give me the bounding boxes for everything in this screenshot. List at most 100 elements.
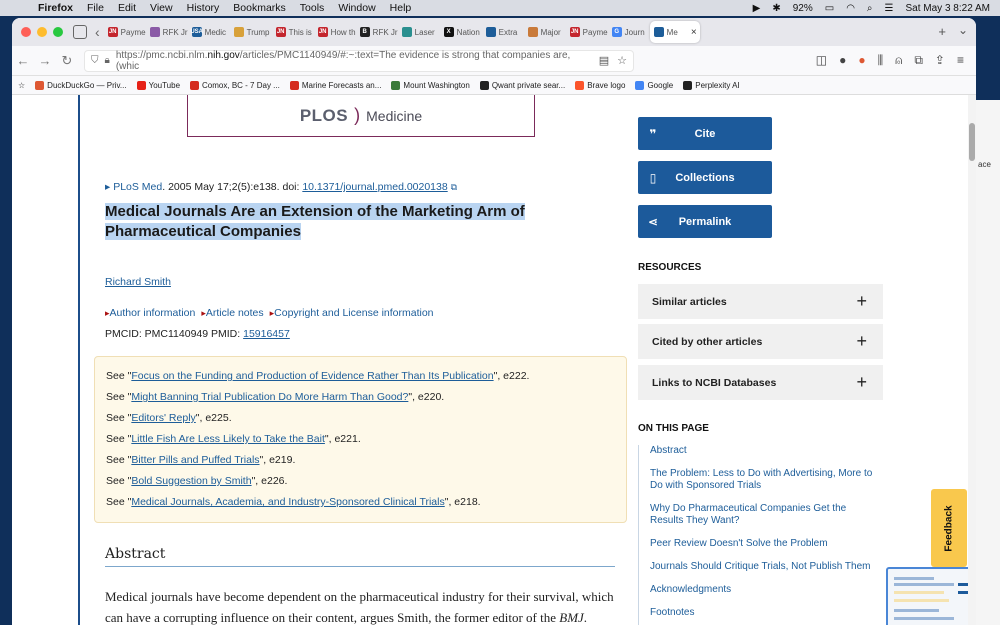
- bookmark-item[interactable]: Comox, BC - 7 Day ...: [190, 80, 280, 90]
- datetime[interactable]: Sat May 3 8:22 AM: [906, 3, 991, 14]
- menu-bookmarks[interactable]: Bookmarks: [233, 2, 286, 14]
- tracking-shield-icon[interactable]: ⛉: [91, 55, 99, 66]
- lock-icon[interactable]: 🔒︎: [105, 55, 110, 66]
- browser-tab[interactable]: Major: [524, 21, 566, 43]
- related-article-row: See "Medical Journals, Academia, and Ind…: [106, 496, 481, 508]
- browser-tab[interactable]: RFK Jr: [146, 21, 188, 43]
- related-article-link[interactable]: Bitter Pills and Puffed Trials: [131, 454, 259, 466]
- browser-tab[interactable]: JN Payme: [566, 21, 608, 43]
- permalink-button[interactable]: ⋖ Permalink: [638, 205, 772, 238]
- back-icon[interactable]: ←: [12, 53, 34, 68]
- menu-history[interactable]: History: [187, 2, 220, 14]
- bluetooth-icon[interactable]: ✱: [772, 3, 780, 14]
- bookmarks-star-icon[interactable]: ☆: [18, 81, 25, 90]
- reload-icon[interactable]: ↻: [56, 53, 78, 69]
- page-preview-thumbnail[interactable]: [886, 567, 976, 625]
- on-this-page-link[interactable]: Footnotes: [650, 607, 878, 619]
- bookmark-item[interactable]: Perplexity AI: [683, 80, 740, 90]
- bookmark-item[interactable]: Mount Washington: [391, 80, 470, 90]
- doi-link[interactable]: 10.1371/journal.pmed.0020138: [302, 181, 447, 193]
- menu-tools[interactable]: Tools: [300, 2, 325, 14]
- library-icon[interactable]: ⫼: [878, 53, 884, 68]
- similar-articles-accordion[interactable]: Similar articles +: [638, 284, 883, 319]
- related-article-link[interactable]: Bold Suggestion by Smith: [131, 475, 251, 487]
- related-article-code: ", e221.: [324, 433, 361, 445]
- bookmark-item[interactable]: DuckDuckGo — Priv...: [35, 80, 127, 90]
- wifi-icon[interactable]: ◠: [846, 3, 855, 14]
- citation-journal-link[interactable]: ▸ PLoS Med: [105, 181, 162, 193]
- browser-tab[interactable]: B RFK Jr: [356, 21, 398, 43]
- cite-button[interactable]: ❞ Cite: [638, 117, 772, 150]
- menu-icon[interactable]: ≡: [957, 53, 964, 68]
- author-link[interactable]: Richard Smith: [105, 276, 171, 288]
- scrollbar-thumb[interactable]: [969, 123, 975, 161]
- account-icon[interactable]: ⍝: [895, 53, 902, 68]
- collections-button[interactable]: ▯ Collections: [638, 161, 772, 194]
- menu-view[interactable]: View: [150, 2, 173, 14]
- browser-tab[interactable]: Extra: [482, 21, 524, 43]
- article-notes-link[interactable]: Article notes: [201, 307, 264, 319]
- tab-favicon-icon: [485, 27, 496, 37]
- browser-tab[interactable]: JN Payme: [104, 21, 146, 43]
- app-menu[interactable]: Firefox: [38, 2, 73, 14]
- page-scrollbar[interactable]: [968, 95, 976, 625]
- related-article-link[interactable]: Might Banning Trial Publication Do More …: [131, 391, 408, 403]
- author-information-link[interactable]: Author information: [105, 307, 196, 319]
- search-icon[interactable]: ⌕: [867, 3, 873, 14]
- bookmark-label: Comox, BC - 7 Day ...: [202, 80, 280, 90]
- play-icon[interactable]: ▶: [753, 3, 761, 14]
- bookmark-item[interactable]: Google: [635, 80, 673, 90]
- browser-tab[interactable]: Me ×: [649, 21, 700, 43]
- close-tab-icon[interactable]: ×: [691, 27, 697, 38]
- ncbi-databases-accordion[interactable]: Links to NCBI Databases +: [638, 365, 883, 400]
- on-this-page-link[interactable]: Peer Review Doesn't Solve the Problem: [650, 538, 878, 550]
- on-this-page-link[interactable]: The Problem: Less to Do with Advertising…: [650, 468, 878, 492]
- related-article-link[interactable]: Focus on the Funding and Production of E…: [131, 370, 493, 382]
- browser-tab[interactable]: JN How th: [314, 21, 356, 43]
- minimize-window-button[interactable]: [37, 27, 47, 37]
- feedback-button[interactable]: Feedback: [931, 489, 967, 567]
- on-this-page-link[interactable]: Journals Should Critique Trials, Not Pub…: [650, 561, 878, 573]
- share-icon[interactable]: ⇪: [935, 53, 945, 68]
- pmid-link[interactable]: 15916457: [243, 328, 290, 340]
- bookmark-item[interactable]: Brave logo: [575, 80, 625, 90]
- duckduckgo-icon[interactable]: ●: [858, 53, 865, 68]
- related-article-link[interactable]: Little Fish Are Less Likely to Take the …: [131, 433, 325, 445]
- bookmark-item[interactable]: Qwant private sear...: [479, 80, 565, 90]
- browser-tab[interactable]: JN This is: [272, 21, 314, 43]
- close-window-button[interactable]: [21, 27, 31, 37]
- bookmark-item[interactable]: YouTube: [136, 80, 180, 90]
- bookmark-item[interactable]: Marine Forecasts an...: [289, 80, 381, 90]
- forward-icon[interactable]: →: [34, 53, 56, 68]
- control-center-icon[interactable]: ☰: [885, 3, 894, 14]
- menu-file[interactable]: File: [87, 2, 104, 14]
- cited-by-accordion[interactable]: Cited by other articles +: [638, 324, 883, 359]
- menu-help[interactable]: Help: [390, 2, 412, 14]
- browser-tab[interactable]: X Nation: [440, 21, 482, 43]
- on-this-page-link[interactable]: Abstract: [650, 445, 878, 457]
- on-this-page-link[interactable]: Acknowledgments: [650, 584, 878, 596]
- browser-tab[interactable]: USA Medic: [188, 21, 230, 43]
- browser-tab[interactable]: Laser: [398, 21, 440, 43]
- on-this-page-link[interactable]: Why Do Pharmaceutical Companies Get the …: [650, 503, 878, 527]
- extension-b-icon[interactable]: ●: [839, 53, 846, 68]
- menu-window[interactable]: Window: [338, 2, 375, 14]
- browser-tab[interactable]: G Journ: [608, 21, 650, 43]
- zoom-window-button[interactable]: [53, 27, 63, 37]
- reader-view-icon[interactable]: ▤: [599, 54, 609, 67]
- copyright-license-link[interactable]: Copyright and License information: [270, 307, 433, 319]
- related-article-link[interactable]: Medical Journals, Academia, and Industry…: [131, 496, 444, 508]
- battery-icon[interactable]: ▭: [825, 3, 834, 14]
- menu-edit[interactable]: Edit: [118, 2, 136, 14]
- tab-overview-icon[interactable]: [73, 25, 87, 39]
- address-bar[interactable]: ⛉ 🔒︎ https://pmc.ncbi.nlm.nih.gov/articl…: [84, 49, 634, 72]
- tab-list-chevron-icon[interactable]: ⌄: [958, 23, 968, 37]
- bookmark-star-icon[interactable]: ☆: [617, 54, 627, 67]
- related-article-link[interactable]: Editors' Reply: [131, 412, 195, 424]
- tab-scroll-left-icon[interactable]: ‹: [95, 24, 100, 40]
- pocket-icon[interactable]: ◫: [816, 53, 827, 68]
- extensions-icon[interactable]: ⧉: [914, 53, 923, 68]
- new-tab-icon[interactable]: +: [938, 24, 946, 39]
- related-article-row: See "Bold Suggestion by Smith", e226.: [106, 475, 288, 487]
- browser-tab[interactable]: Trump: [230, 21, 272, 43]
